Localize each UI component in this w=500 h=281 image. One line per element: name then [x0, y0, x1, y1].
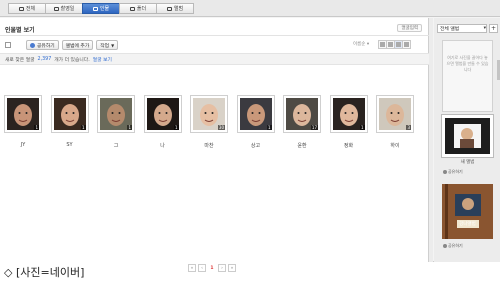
face-thumbnail[interactable]: 30	[190, 95, 228, 133]
person-icon	[92, 6, 98, 11]
action-dropdown[interactable]: 작업 ▼	[96, 40, 119, 50]
photo-count-badge: 1	[127, 125, 132, 130]
list-icon	[380, 42, 385, 47]
album-icon	[166, 6, 172, 11]
album-sidebar: 전체 앨범 ▾ + 여기로 사진을 끌어다 놓으면 앨범을 만들 수 있습니다 새…	[434, 18, 500, 262]
people-view-panel: 인물별 보기 얼굴입력 공유하기 앨범에 추가 작업 ▼ 이름순 ▾ 새로 찾은 …	[0, 18, 429, 272]
face-name: 하이	[390, 143, 400, 149]
select-all-checkbox[interactable]	[5, 42, 11, 48]
face-name: SY	[66, 142, 73, 148]
face-name: 윤환	[297, 143, 307, 149]
first-page-button[interactable]: «	[188, 264, 196, 272]
sort-dropdown[interactable]: 이름순 ▾	[353, 41, 369, 47]
face-name: 그	[113, 143, 119, 149]
divider	[0, 35, 429, 36]
face-name: 마찬	[204, 143, 214, 149]
face-thumbnail[interactable]: 1	[236, 95, 275, 133]
album-drop-zone[interactable]: 여기로 사진을 끌어다 놓으면 앨범을 만들 수 있습니다	[442, 40, 493, 112]
tab-people[interactable]: 인물	[82, 3, 120, 14]
last-page-button[interactable]: »	[228, 264, 236, 272]
tab-all[interactable]: 전체	[8, 3, 46, 14]
face-item[interactable]: 1나	[143, 95, 182, 149]
face-item[interactable]: 1 SY	[50, 95, 89, 149]
face-name: JY	[20, 142, 26, 148]
tab-folder[interactable]: 폴더	[119, 3, 157, 14]
photo-count-badge: 3	[406, 125, 411, 130]
monitor-icon	[18, 6, 24, 11]
face-item[interactable]: 1그	[97, 95, 135, 149]
album-share-1[interactable]: 공유하기	[443, 168, 483, 175]
view-faces-link[interactable]: 얼굴 보기	[93, 56, 112, 63]
chevron-down-icon: ▾	[483, 26, 486, 31]
face-thumbnail[interactable]: 1	[4, 95, 42, 133]
album-select[interactable]: 전체 앨범 ▾	[437, 24, 487, 33]
face-name: 나	[160, 143, 165, 149]
album-share-2[interactable]: 공유하기	[443, 242, 483, 249]
new-face-count: 2,397	[37, 56, 52, 62]
face-thumbnail[interactable]: 3	[376, 95, 414, 133]
album-thumbnail-1[interactable]	[442, 115, 493, 157]
photo-count-badge: 1	[266, 125, 272, 130]
view-tabs: 전체 촬영일 인물 폴더 앨범	[8, 3, 194, 14]
prev-page-button[interactable]: ‹	[198, 264, 206, 272]
panel-splitter[interactable]	[429, 18, 433, 262]
album-name-1: 새 앨범	[460, 160, 475, 165]
share-button[interactable]: 공유하기	[26, 40, 59, 50]
view-mode-buttons	[378, 40, 411, 49]
folder-icon	[129, 6, 135, 11]
album-cover-image	[442, 184, 493, 239]
top-tab-bar: 전체 촬영일 인물 폴더 앨범	[0, 0, 500, 17]
face-item[interactable]: 1 정화	[329, 95, 368, 149]
photo-app-window: 전체 촬영일 인물 폴더 앨범 인물별 보기 얼굴입력 공유하기 앨범에 추가 …	[0, 0, 500, 272]
share-icon	[30, 42, 35, 48]
photo-count-badge: 17	[310, 125, 318, 130]
page-title: 인물별 보기	[5, 27, 35, 34]
pagination: « ‹ 1 › »	[188, 264, 236, 272]
face-item[interactable]: 30 마찬	[190, 95, 228, 149]
album-name-2: 강나앨범	[459, 222, 476, 227]
photo-count-badge: 1	[359, 125, 365, 130]
share-icon	[443, 169, 447, 174]
share-icon	[443, 243, 447, 248]
tab-album[interactable]: 앨범	[156, 3, 194, 14]
album-cover-image	[445, 118, 490, 154]
large-view-button[interactable]	[402, 40, 411, 49]
photo-count-badge: 1	[80, 125, 86, 130]
photo-count-badge: 1	[34, 125, 39, 130]
add-album-button[interactable]: +	[489, 24, 498, 33]
camera-icon	[53, 6, 59, 11]
add-to-album-button[interactable]: 앨범에 추가	[61, 40, 94, 50]
toolbar: 공유하기 앨범에 추가 작업 ▼	[5, 40, 119, 50]
face-name: 정화	[343, 143, 354, 149]
face-input-button[interactable]: 얼굴입력	[397, 24, 422, 32]
tab-date[interactable]: 촬영일	[45, 3, 83, 14]
album-thumbnail-2[interactable]	[442, 184, 493, 239]
face-thumbnail[interactable]: 1	[329, 95, 368, 133]
face-thumbnail[interactable]: 1	[143, 95, 182, 133]
face-item[interactable]: 1 상고	[236, 95, 275, 149]
face-item[interactable]: 3 하이	[376, 95, 414, 149]
face-thumbnail[interactable]: 17	[283, 95, 321, 133]
face-item[interactable]: 17 윤환	[283, 95, 321, 149]
face-name: 상고	[250, 143, 261, 149]
photo-count-badge: 30	[217, 125, 225, 130]
current-page[interactable]: 1	[208, 264, 216, 272]
chevron-down-icon: ▼	[111, 42, 115, 48]
photo-count-badge: 1	[173, 125, 179, 130]
face-grid: 1 JY 1 SY 1 그 1 나 30 마찬 1 상고 17 윤환 1 정화 3 하이	[4, 95, 414, 149]
photo-caption: ◇ [사진=네이버]	[4, 266, 85, 279]
thumbnail-icon	[396, 42, 401, 47]
face-thumbnail[interactable]: 1	[97, 95, 135, 133]
grid-icon	[388, 42, 393, 47]
next-page-button[interactable]: ›	[218, 264, 226, 272]
new-faces-notice: 새로 찾은 얼굴 2,397 개가 더 있습니다. 얼굴 보기	[0, 53, 429, 65]
face-thumbnail[interactable]: 1	[50, 95, 89, 133]
face-item[interactable]: 1 JY	[4, 95, 42, 149]
large-thumbnail-icon	[404, 42, 409, 47]
